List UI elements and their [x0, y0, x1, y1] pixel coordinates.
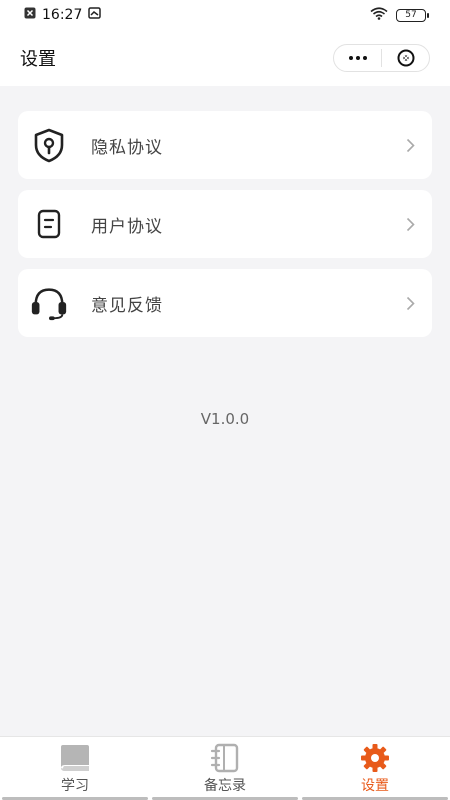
menu-item-user-agreement[interactable]: 用户协议 — [18, 190, 432, 258]
battery-level: 57 — [405, 10, 417, 20]
notification-close-icon — [24, 7, 36, 23]
tab-label: 学习 — [61, 778, 89, 794]
page-title: 设置 — [20, 49, 56, 70]
menu-item-privacy[interactable]: 隐私协议 — [18, 111, 432, 179]
chevron-right-icon — [404, 216, 416, 232]
chevron-right-icon — [404, 137, 416, 153]
page-header: 设置 — [0, 30, 450, 86]
battery-icon: 57 — [396, 8, 429, 22]
status-right: 57 — [370, 6, 429, 24]
book-icon — [61, 745, 89, 771]
more-button[interactable] — [334, 45, 381, 71]
gear-icon — [361, 744, 389, 772]
screenshot-icon — [88, 7, 102, 23]
more-dots-icon — [348, 56, 367, 60]
notebook-icon — [210, 743, 239, 773]
tab-label: 设置 — [361, 778, 389, 794]
menu-item-label: 隐私协议 — [91, 137, 163, 158]
status-time: 16:27 — [42, 7, 83, 23]
menu-item-label: 意见反馈 — [91, 295, 163, 316]
status-left: 16:27 — [24, 7, 102, 23]
app-version: V1.0.0 — [200, 410, 250, 428]
status-bar: 16:27 57 — [0, 0, 450, 30]
mini-program-capsule — [333, 44, 430, 72]
wifi-icon — [370, 6, 388, 24]
agreement-document-icon — [29, 204, 69, 244]
bottom-tab-bar: 学习 备忘录 设置 — [0, 736, 450, 800]
tab-label: 备忘录 — [204, 778, 246, 794]
headset-icon — [29, 283, 69, 323]
tab-memo[interactable]: 备忘录 — [150, 737, 300, 800]
tab-settings[interactable]: 设置 — [300, 737, 450, 800]
tab-study[interactable]: 学习 — [0, 737, 150, 800]
menu-item-feedback[interactable]: 意见反馈 — [18, 269, 432, 337]
chevron-right-icon — [404, 295, 416, 311]
close-circle-icon — [397, 49, 414, 67]
close-button[interactable] — [382, 45, 429, 71]
menu-item-label: 用户协议 — [91, 216, 163, 237]
privacy-shield-icon — [29, 125, 69, 165]
